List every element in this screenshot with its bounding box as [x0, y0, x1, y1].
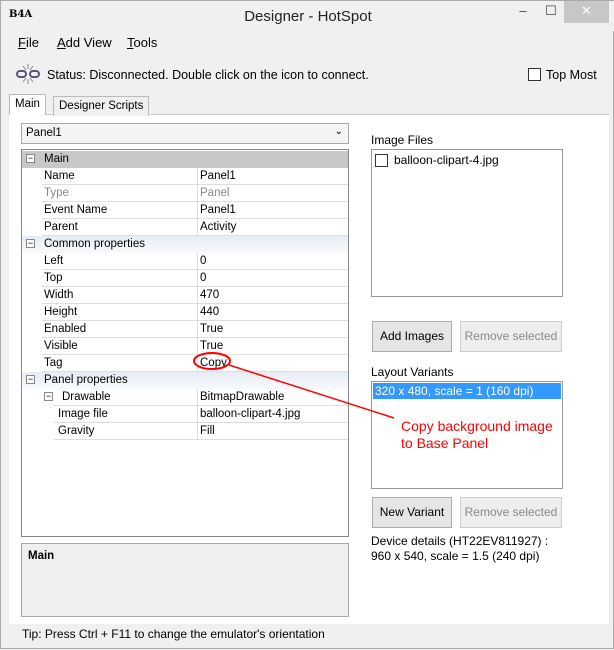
property-row[interactable]: Image file balloon-clipart-4.jpg [22, 406, 348, 423]
property-value[interactable]: 0 [198, 253, 348, 270]
property-row[interactable]: Event Name Panel1 [22, 202, 348, 219]
image-file-item[interactable]: balloon-clipart-4.jpg [375, 153, 499, 167]
menu-tools[interactable]: Tools [127, 35, 157, 50]
property-name: Drawable [54, 389, 198, 406]
property-section[interactable]: − Common properties [22, 236, 348, 253]
section-label: Panel properties [44, 374, 128, 386]
property-value[interactable]: BitmapDrawable [198, 389, 348, 406]
property-name: Parent [42, 219, 198, 236]
view-selector-value: Panel1 [26, 127, 62, 139]
device-details-line1: Device details (HT22EV811927) : [371, 534, 549, 548]
status-text: Status: Disconnected. Double click on th… [47, 68, 369, 82]
property-row[interactable]: − Drawable BitmapDrawable [22, 389, 348, 406]
property-name: Image file [54, 406, 198, 423]
property-name: Name [42, 168, 198, 185]
add-images-button[interactable]: Add Images [372, 321, 452, 352]
property-name: Height [42, 304, 198, 321]
tab-main[interactable]: Main [9, 94, 46, 115]
collapse-icon[interactable]: − [26, 154, 35, 163]
collapse-icon[interactable]: − [26, 239, 35, 248]
section-label: Main [44, 153, 69, 165]
image-file-checkbox[interactable] [375, 153, 388, 167]
property-row[interactable]: Enabled True [22, 321, 348, 338]
device-details: Device details (HT22EV811927) : 960 x 54… [371, 534, 548, 564]
property-row[interactable]: Gravity Fill [22, 423, 348, 440]
top-most-checkbox[interactable] [528, 68, 541, 81]
property-row[interactable]: Width 470 [22, 287, 348, 304]
image-files-label: Image Files [371, 133, 434, 147]
property-name: Left [42, 253, 198, 270]
description-panel: Main [21, 543, 349, 617]
annotation-text: Copy background image to Base Panel [401, 418, 553, 452]
property-row[interactable]: Left 0 [22, 253, 348, 270]
property-name: Gravity [54, 423, 198, 440]
property-name: Type [42, 185, 198, 202]
property-section[interactable]: − Panel properties [22, 372, 348, 389]
property-row[interactable]: Visible True [22, 338, 348, 355]
property-name: Visible [42, 338, 198, 355]
annotation-line1: Copy background image [401, 418, 553, 434]
view-selector-dropdown[interactable]: Panel1 ⌄ [21, 123, 349, 144]
property-section[interactable]: − Main [22, 151, 348, 168]
tab-designer-scripts[interactable]: Designer Scripts [53, 96, 150, 116]
menu-file[interactable]: File [18, 35, 39, 50]
layout-variants-label: Layout Variants [371, 365, 454, 379]
property-row[interactable]: Name Panel1 [22, 168, 348, 185]
property-row[interactable]: Top 0 [22, 270, 348, 287]
property-value[interactable]: Panel1 [198, 202, 348, 219]
property-row[interactable]: Height 440 [22, 304, 348, 321]
chevron-down-icon: ⌄ [334, 126, 343, 137]
property-value[interactable]: True [198, 338, 348, 355]
property-value[interactable]: 440 [198, 304, 348, 321]
image-file-name: balloon-clipart-4.jpg [394, 153, 499, 167]
new-variant-button[interactable]: New Variant [372, 497, 452, 528]
property-value[interactable]: balloon-clipart-4.jpg [198, 406, 348, 423]
top-most-label: Top Most [546, 68, 597, 82]
property-row[interactable]: Type Panel [22, 185, 348, 202]
property-value[interactable]: Panel [198, 185, 348, 202]
menu-add-view[interactable]: Add View [57, 35, 112, 50]
property-value[interactable]: Activity [198, 219, 348, 236]
minimize-button[interactable]: – [516, 1, 530, 23]
close-button[interactable]: ✕ [564, 1, 609, 23]
property-value[interactable]: 470 [198, 287, 348, 304]
section-label: Common properties [44, 238, 145, 250]
property-row[interactable]: Tag Copy [22, 355, 348, 372]
annotation-line2: to Base Panel [401, 435, 489, 451]
remove-variant-button[interactable]: Remove selected [460, 497, 562, 528]
remove-image-button[interactable]: Remove selected [460, 321, 562, 352]
property-row[interactable]: Parent Activity [22, 219, 348, 236]
property-value[interactable]: Copy [198, 355, 348, 372]
description-title: Main [28, 550, 55, 562]
collapse-icon[interactable]: − [26, 375, 35, 384]
property-name: Event Name [42, 202, 198, 219]
property-name: Enabled [42, 321, 198, 338]
property-grid: − Main Name Panel1 Type Panel Event Name Panel1… [21, 149, 349, 537]
layout-variant-item[interactable]: 320 x 480, scale = 1 (160 dpi) [373, 383, 561, 399]
image-files-list[interactable]: balloon-clipart-4.jpg [371, 149, 563, 297]
device-details-line2: 960 x 540, scale = 1.5 (240 dpi) [371, 549, 540, 563]
property-value[interactable]: True [198, 321, 348, 338]
tip-text: Tip: Press Ctrl + F11 to change the emul… [22, 627, 325, 641]
property-value[interactable]: 0 [198, 270, 348, 287]
disconnected-link-icon[interactable] [13, 63, 43, 85]
maximize-button[interactable]: ☐ [543, 1, 559, 23]
property-name: Tag [42, 355, 198, 372]
property-value[interactable]: Panel1 [198, 168, 348, 185]
property-name: Width [42, 287, 198, 304]
property-value[interactable]: Fill [198, 423, 348, 440]
property-name: Top [42, 270, 198, 287]
